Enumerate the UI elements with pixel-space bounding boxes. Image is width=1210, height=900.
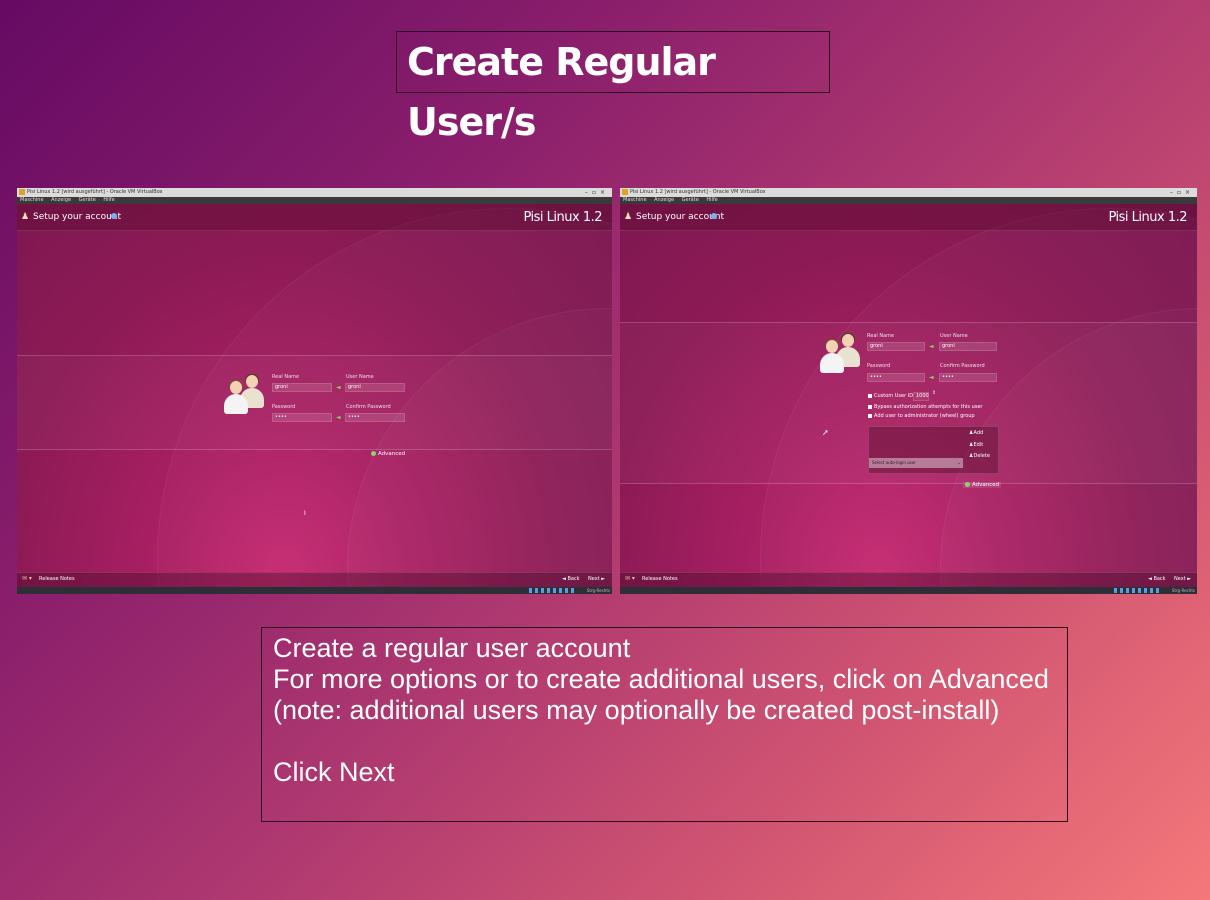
advanced-icon bbox=[965, 482, 970, 487]
real-name-label: Real Name bbox=[867, 333, 895, 339]
confirm-password-label: Confirm Password bbox=[346, 404, 391, 410]
status-icons bbox=[529, 588, 577, 593]
password-label: Password bbox=[867, 363, 891, 369]
password-input[interactable]: •••• bbox=[272, 413, 332, 422]
caption-line: Create a regular user account bbox=[273, 633, 631, 663]
menu-maschine[interactable]: Maschine bbox=[20, 197, 44, 203]
add-admin-checkbox[interactable]: Add user to administrator (wheel) group bbox=[868, 413, 975, 419]
vm-titlebar: Pisi Linux 1.2 [wird ausgeführt] - Oracl… bbox=[17, 188, 612, 197]
valid-arrow-icon: ◄ bbox=[336, 384, 341, 391]
bypass-auth-checkbox[interactable]: Bypass authorization attempts for this u… bbox=[868, 404, 983, 410]
virtualbox-icon bbox=[19, 189, 25, 195]
next-button[interactable]: Next ► bbox=[1174, 576, 1191, 582]
advanced-button[interactable]: Advanced bbox=[963, 482, 1002, 488]
release-notes-button[interactable]: Release Notes bbox=[642, 576, 678, 582]
password-input[interactable]: •••• bbox=[867, 373, 925, 382]
custom-uid-checkbox[interactable]: Custom User ID bbox=[868, 393, 913, 399]
caption-line: Click Next bbox=[273, 757, 395, 787]
brand-logo: Pisi Linux 1.2 bbox=[523, 210, 602, 225]
menu-maschine[interactable]: Maschine bbox=[623, 197, 647, 203]
uid-spinner-icon[interactable]: ⇕ bbox=[932, 390, 936, 396]
slide-title: Create Regular User/s bbox=[396, 31, 830, 144]
menu-anzeige[interactable]: Anzeige bbox=[51, 197, 71, 203]
release-notes-icon[interactable]: ✉ ▾ bbox=[22, 575, 32, 582]
real-name-input[interactable]: groni bbox=[272, 383, 332, 392]
vm-menubar: Maschine Anzeige Geräte Hilfe bbox=[17, 197, 612, 204]
caption-line: (note: additional users may optionally b… bbox=[273, 695, 1000, 725]
menu-anzeige[interactable]: Anzeige bbox=[654, 197, 674, 203]
back-button[interactable]: ◄ Back bbox=[1148, 576, 1166, 582]
virtualbox-icon bbox=[622, 189, 628, 195]
real-name-label: Real Name bbox=[272, 374, 300, 380]
back-button[interactable]: ◄ Back bbox=[562, 576, 580, 582]
users-icon: ♟ bbox=[21, 212, 30, 222]
installer-footer: ✉ ▾ Release Notes ◄ Back Next ► bbox=[17, 572, 612, 587]
caption-line: For more options or to create additional… bbox=[273, 664, 1049, 694]
info-icon[interactable] bbox=[711, 213, 717, 219]
mouse-cursor-icon: I bbox=[304, 510, 306, 517]
mouse-cursor-icon: ➚ bbox=[822, 428, 829, 437]
advanced-button[interactable]: Advanced bbox=[371, 451, 405, 457]
real-name-input[interactable]: groni bbox=[867, 342, 925, 351]
vm-titlebar: Pisi Linux 1.2 [wird ausgeführt] - Oracl… bbox=[620, 188, 1197, 197]
host-key-label: Strg-Rechts bbox=[586, 588, 610, 593]
window-controls[interactable]: –▫× bbox=[585, 188, 609, 197]
release-notes-icon[interactable]: ✉ ▾ bbox=[625, 575, 635, 582]
valid-arrow-icon: ◄ bbox=[336, 414, 341, 421]
user-name-input[interactable]: groni bbox=[939, 342, 997, 351]
delete-user-button[interactable]: ♟Delete bbox=[969, 453, 990, 459]
next-button[interactable]: Next ► bbox=[588, 576, 605, 582]
vm-menubar: Maschine Anzeige Geräte Hilfe bbox=[620, 197, 1197, 204]
info-icon[interactable] bbox=[111, 213, 117, 219]
brand-logo: Pisi Linux 1.2 bbox=[1108, 210, 1187, 225]
valid-arrow-icon: ◄ bbox=[929, 343, 934, 350]
host-key-label: Strg-Rechts bbox=[1171, 588, 1195, 593]
menu-geraete[interactable]: Geräte bbox=[682, 197, 699, 203]
add-user-button[interactable]: ♟Add bbox=[969, 430, 983, 436]
vm-statusbar: Strg-Rechts bbox=[620, 587, 1197, 594]
window-controls[interactable]: –▫× bbox=[1170, 188, 1194, 197]
screenshot-advanced-setup: Pisi Linux 1.2 [wird ausgeführt] - Oracl… bbox=[620, 188, 1197, 594]
user-name-input[interactable]: groni bbox=[345, 383, 405, 392]
edit-user-button[interactable]: ♟Edit bbox=[969, 442, 983, 448]
password-label: Password bbox=[272, 404, 296, 410]
menu-hilfe[interactable]: Hilfe bbox=[706, 197, 717, 203]
vm-window-title: Pisi Linux 1.2 [wird ausgeführt] - Oracl… bbox=[630, 189, 766, 195]
menu-geraete[interactable]: Geräte bbox=[79, 197, 96, 203]
page-title: Setup your account bbox=[33, 212, 122, 222]
caption-box: Create a regular user account For more o… bbox=[261, 627, 1068, 822]
user-name-label: User Name bbox=[346, 374, 374, 380]
menu-hilfe[interactable]: Hilfe bbox=[103, 197, 114, 203]
autologin-select[interactable]: Select auto-login user ⌄ bbox=[869, 458, 963, 468]
release-notes-button[interactable]: Release Notes bbox=[39, 576, 75, 582]
users-avatar-icon bbox=[224, 374, 266, 415]
vm-statusbar: Strg-Rechts bbox=[17, 587, 612, 594]
chevron-down-icon: ⌄ bbox=[957, 460, 961, 465]
form-band bbox=[17, 355, 612, 450]
users-icon: ♟ bbox=[624, 212, 633, 222]
installer-header: ♟ Setup your account Pisi Linux 1.2 bbox=[17, 204, 612, 231]
status-icons bbox=[1114, 588, 1162, 593]
user-name-label: User Name bbox=[940, 333, 968, 339]
confirm-password-input[interactable]: •••• bbox=[939, 373, 997, 382]
users-avatar-icon bbox=[820, 333, 862, 374]
advanced-icon bbox=[371, 451, 376, 456]
confirm-password-input[interactable]: •••• bbox=[345, 413, 405, 422]
confirm-password-label: Confirm Password bbox=[940, 363, 985, 369]
custom-uid-input[interactable]: 1000 bbox=[913, 392, 929, 401]
vm-window-title: Pisi Linux 1.2 [wird ausgeführt] - Oracl… bbox=[27, 189, 163, 195]
installer-header: ♟ Setup your account Pisi Linux 1.2 bbox=[620, 204, 1197, 231]
installer-footer: ✉ ▾ Release Notes ◄ Back Next ► bbox=[620, 572, 1197, 587]
valid-arrow-icon: ◄ bbox=[929, 374, 934, 381]
screenshot-basic-setup: Pisi Linux 1.2 [wird ausgeführt] - Oracl… bbox=[17, 188, 612, 594]
